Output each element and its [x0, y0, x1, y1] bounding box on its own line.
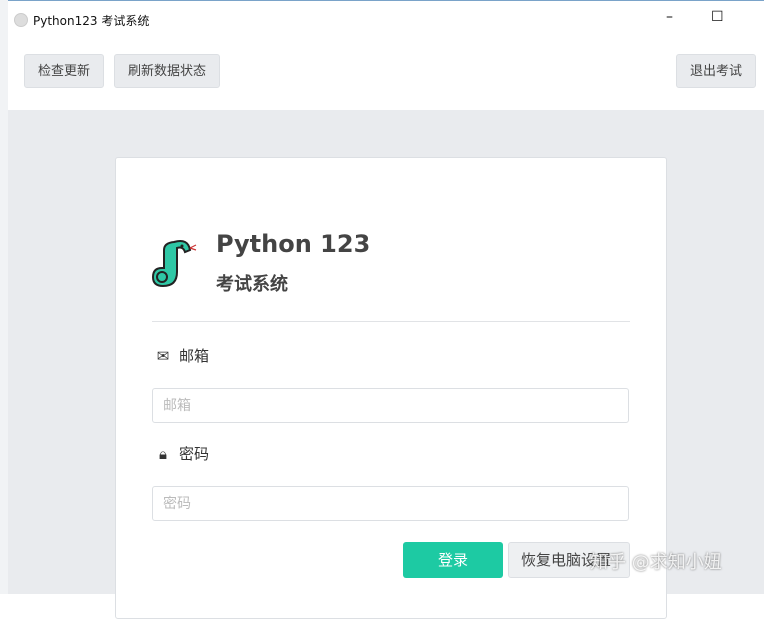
minimize-button[interactable]: – — [666, 9, 673, 25]
main-area: Python 123 考试系统 ✉邮箱 🔒︎密码 登录 恢复电脑设置 — [8, 110, 764, 619]
lock-icon: 🔒︎ — [159, 445, 167, 463]
email-label: ✉ 邮箱 — [154, 345, 209, 366]
login-button[interactable]: 登录 — [403, 542, 503, 578]
python-snake-logo-icon — [152, 240, 197, 288]
password-label-text: 密码 — [179, 445, 210, 463]
window-title: Python123 考试系统 — [33, 14, 150, 28]
refresh-status-button[interactable]: 刷新数据状态 — [114, 54, 221, 88]
check-update-button[interactable]: 检查更新 — [24, 54, 105, 88]
brand-title: Python 123 — [216, 230, 371, 258]
divider — [152, 321, 630, 322]
maximize-button[interactable]: ☐ — [711, 9, 724, 25]
login-card: Python 123 考试系统 ✉邮箱 🔒︎密码 登录 恢复电脑设置 — [115, 157, 667, 619]
email-input[interactable] — [152, 388, 629, 423]
password-label: 🔒︎ 密码 — [154, 443, 209, 464]
toolbar: 检查更新 刷新数据状态 退出考试 — [8, 38, 764, 110]
exit-exam-button[interactable]: 退出考试 — [676, 54, 757, 88]
app-icon — [14, 13, 28, 27]
watermark: 知乎 @求知小妞 — [590, 552, 722, 573]
email-label-text: 邮箱 — [179, 347, 210, 365]
brand-subtitle: 考试系统 — [216, 274, 288, 295]
title-bar: Python123 考试系统 – ☐ — [8, 0, 764, 39]
password-input[interactable] — [152, 486, 629, 521]
envelope-icon: ✉ — [156, 347, 170, 365]
